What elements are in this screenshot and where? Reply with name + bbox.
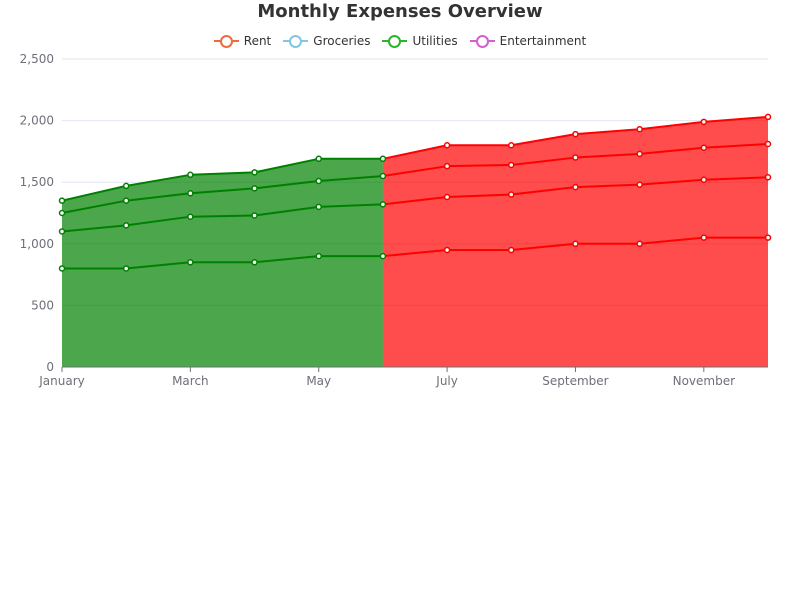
x-tick-label: September <box>542 374 608 388</box>
data-point-groceries <box>443 193 451 201</box>
data-point-groceries <box>764 174 772 181</box>
data-point-rent <box>251 259 258 266</box>
data-point-utilities <box>572 154 579 161</box>
data-point-groceries <box>58 228 66 235</box>
data-point-utilities <box>700 144 708 151</box>
data-point-groceries <box>187 213 194 220</box>
series-line-utilities <box>446 163 513 168</box>
data-point-utilities <box>508 161 515 169</box>
y-tick-label: 1,500 <box>20 175 54 189</box>
data-point-groceries <box>315 203 322 211</box>
data-point-rent <box>443 246 451 254</box>
data-point-utilities <box>764 140 772 148</box>
data-point-utilities <box>58 209 66 217</box>
data-point-entertainment <box>122 182 130 190</box>
y-tick-label: 2,000 <box>20 114 54 128</box>
data-point-entertainment <box>379 155 387 163</box>
data-point-rent <box>764 234 772 241</box>
data-point-rent <box>58 265 66 272</box>
data-point-entertainment <box>315 155 322 163</box>
data-point-utilities <box>187 190 194 197</box>
data-point-utilities <box>636 150 643 158</box>
data-point-groceries <box>379 201 387 208</box>
data-point-entertainment <box>636 125 643 133</box>
data-point-utilities <box>379 172 387 180</box>
data-point-groceries <box>251 212 258 219</box>
x-tick-label: March <box>172 374 209 388</box>
data-point-utilities <box>443 162 451 170</box>
y-tick-label: 1,000 <box>20 237 54 251</box>
data-point-rent <box>636 240 643 248</box>
y-tick-label: 2,500 <box>20 52 54 66</box>
data-point-utilities <box>251 185 258 192</box>
data-point-rent <box>122 265 130 272</box>
x-tick-label: November <box>673 374 735 388</box>
data-point-entertainment <box>251 169 258 176</box>
data-point-groceries <box>636 181 643 188</box>
data-point-utilities <box>122 197 130 204</box>
x-tick-label: May <box>306 374 331 388</box>
data-point-groceries <box>572 183 579 191</box>
data-point-entertainment <box>58 197 66 204</box>
y-tick-label: 500 <box>31 298 54 312</box>
y-tick-label: 0 <box>46 360 54 374</box>
data-point-entertainment <box>764 113 772 121</box>
data-point-rent <box>508 246 515 254</box>
data-point-entertainment <box>572 130 579 138</box>
data-point-entertainment <box>700 118 708 126</box>
data-point-entertainment <box>187 171 194 179</box>
data-point-groceries <box>508 191 515 198</box>
series-line-groceries <box>189 214 256 218</box>
data-point-rent <box>187 259 194 266</box>
data-point-utilities <box>315 177 322 185</box>
data-point-rent <box>379 252 387 260</box>
data-point-rent <box>572 240 579 248</box>
data-point-rent <box>315 252 322 260</box>
x-tick-label: January <box>38 374 85 388</box>
data-point-rent <box>700 234 708 241</box>
data-point-groceries <box>700 176 708 183</box>
data-point-groceries <box>122 222 130 229</box>
data-point-entertainment <box>443 141 451 149</box>
data-point-entertainment <box>508 141 515 149</box>
x-tick-label: July <box>435 374 458 388</box>
chart-plot: 0 500 1,000 1,500 2,000 2,500 January March May J… <box>20 52 772 388</box>
